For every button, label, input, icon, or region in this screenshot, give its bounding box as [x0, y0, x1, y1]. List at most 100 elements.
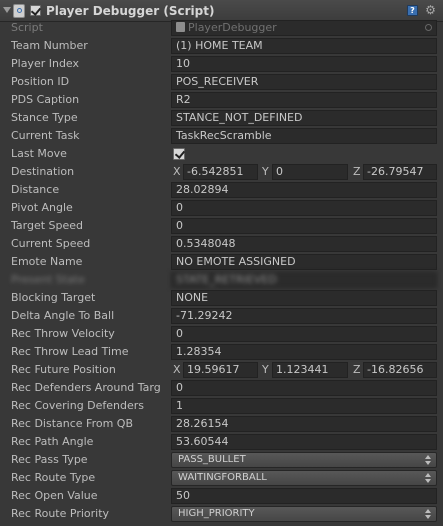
script-row: Script PlayerDebugger [0, 19, 443, 37]
field-label: Player Index [11, 57, 80, 70]
last-move-checkbox[interactable] [173, 148, 186, 160]
field-row-delta-angle-to-ball: Delta Angle To Ball -71.29242 [0, 307, 443, 325]
field-label: Stance Type [11, 111, 78, 124]
current-task-field[interactable]: TaskRecScramble [171, 128, 437, 144]
y-axis-label[interactable]: Y [262, 363, 269, 376]
rec-route-type-dropdown[interactable]: WAITINGFORBALL [171, 470, 437, 486]
rec-defenders-around-target-field[interactable]: 0 [171, 380, 437, 396]
field-label: Pivot Angle [11, 201, 73, 214]
field-row-current-speed: Current Speed 0.5348048 [0, 235, 443, 253]
pivot-angle-field[interactable]: 0 [171, 200, 437, 216]
rec-route-priority-dropdown[interactable]: HIGH_PRIORITY [171, 506, 437, 522]
field-row-rec-route-type: Rec Route Type WAITINGFORBALL [0, 469, 443, 487]
current-speed-field[interactable]: 0.5348048 [171, 236, 437, 252]
x-axis-label[interactable]: X [173, 363, 181, 376]
rec-pass-type-dropdown[interactable]: PASS_BULLET [171, 452, 437, 468]
field-label: Rec Path Angle [11, 435, 94, 448]
field-row-current-task: Current Task TaskRecScramble [0, 127, 443, 145]
field-row-rec-covering-defenders: Rec Covering Defenders 1 [0, 397, 443, 415]
field-label: Rec Defenders Around Targ [11, 381, 161, 394]
destination-y-field[interactable]: 0 [272, 164, 348, 180]
rec-throw-lead-time-field[interactable]: 1.28354 [171, 344, 437, 360]
field-row-player-index: Player Index 10 [0, 55, 443, 73]
rec-covering-defenders-field[interactable]: 1 [171, 398, 437, 414]
gear-icon[interactable]: ⚙ [425, 4, 436, 16]
future-position-x-field[interactable]: 19.59617 [183, 362, 258, 378]
foldout-arrow-icon[interactable] [3, 7, 11, 13]
field-label: Rec Throw Lead Time [11, 345, 129, 358]
field-row-position-id: Position ID POS_RECEIVER [0, 73, 443, 91]
field-label: Destination [11, 165, 75, 178]
z-axis-label[interactable]: Z [353, 165, 361, 178]
x-axis-label[interactable]: X [173, 165, 181, 178]
field-row-rec-throw-velocity: Rec Throw Velocity 0 [0, 325, 443, 343]
component-title: Player Debugger (Script) [46, 4, 215, 18]
field-row-stance-type: Stance Type STANCE_NOT_DEFINED [0, 109, 443, 127]
field-label: Rec Covering Defenders [11, 399, 145, 412]
team-number-field[interactable]: (1) HOME TEAM [171, 38, 437, 54]
checkmark-icon [174, 148, 186, 159]
field-label: Target Speed [11, 219, 84, 232]
player-index-field[interactable]: 10 [171, 56, 437, 72]
field-label: Rec Throw Velocity [11, 327, 115, 340]
destination-x-field[interactable]: -6.542851 [183, 164, 258, 180]
rec-throw-velocity-field[interactable]: 0 [171, 326, 437, 342]
field-label: Position ID [11, 75, 70, 88]
field-label: Current Task [11, 129, 80, 142]
position-id-field[interactable]: POS_RECEIVER [171, 74, 437, 90]
field-label: Emote Name [11, 255, 83, 268]
emote-name-field[interactable]: NO EMOTE ASSIGNED [171, 254, 437, 270]
field-row-pds-caption: PDS Caption R2 [0, 91, 443, 109]
field-row-blocking-target: Blocking Target NONE [0, 289, 443, 307]
field-label: Rec Open Value [11, 489, 98, 502]
stance-type-field[interactable]: STANCE_NOT_DEFINED [171, 110, 437, 126]
field-row-rec-path-angle: Rec Path Angle 53.60544 [0, 433, 443, 451]
field-row-rec-pass-type: Rec Pass Type PASS_BULLET [0, 451, 443, 469]
help-icon[interactable]: ? [407, 5, 418, 16]
blocking-target-field[interactable]: NONE [171, 290, 437, 306]
field-row-emote-name: Emote Name NO EMOTE ASSIGNED [0, 253, 443, 271]
y-axis-label[interactable]: Y [262, 165, 269, 178]
field-label: Blocking Target [11, 291, 96, 304]
checkmark-icon [30, 5, 42, 16]
obscured-field[interactable]: STATE_RETRIEVED [171, 272, 437, 288]
field-row-last-move: Last Move [0, 145, 443, 163]
field-label: Team Number [11, 39, 88, 52]
destination-z-field[interactable]: -26.79547 [363, 164, 437, 180]
field-row-distance: Distance 28.02894 [0, 181, 443, 199]
field-row-target-speed: Target Speed 0 [0, 217, 443, 235]
script-label: Script [11, 21, 43, 34]
component-enabled-checkbox[interactable] [30, 5, 42, 16]
field-label: PDS Caption [11, 93, 80, 106]
delta-angle-to-ball-field[interactable]: -71.29242 [171, 308, 437, 324]
object-picker-icon[interactable] [425, 24, 432, 31]
field-label: Rec Distance From QB [11, 417, 134, 430]
rec-open-value-field[interactable]: 50 [171, 488, 437, 504]
script-icon [13, 4, 25, 18]
field-label: Present State [11, 273, 85, 286]
field-row-rec-future-position: Rec Future Position X 19.59617 Y 1.12344… [0, 361, 443, 379]
field-row-rec-route-priority: Rec Route Priority HIGH_PRIORITY [0, 505, 443, 523]
field-row-rec-distance-from-qb: Rec Distance From QB 28.26154 [0, 415, 443, 433]
rec-distance-from-qb-field[interactable]: 28.26154 [171, 416, 437, 432]
field-label: Rec Route Type [11, 471, 96, 484]
pds-caption-field[interactable]: R2 [171, 92, 437, 108]
script-object-field[interactable]: PlayerDebugger [171, 20, 437, 36]
z-axis-label[interactable]: Z [353, 363, 361, 376]
target-speed-field[interactable]: 0 [171, 218, 437, 234]
field-label: Current Speed [11, 237, 91, 250]
future-position-y-field[interactable]: 1.123441 [272, 362, 348, 378]
field-label: Rec Future Position [11, 363, 116, 376]
field-label: Rec Route Priority [11, 507, 110, 520]
future-position-z-field[interactable]: -16.82656 [363, 362, 437, 378]
field-row-obscured: Present State STATE_RETRIEVED [0, 271, 443, 289]
field-row-rec-throw-lead-time: Rec Throw Lead Time 1.28354 [0, 343, 443, 361]
field-row-pivot-angle: Pivot Angle 0 [0, 199, 443, 217]
field-label: Delta Angle To Ball [11, 309, 115, 322]
script-value: PlayerDebugger [188, 21, 277, 34]
field-row-destination: Destination X -6.542851 Y 0 Z -26.79547 [0, 163, 443, 181]
rec-path-angle-field[interactable]: 53.60544 [171, 434, 437, 450]
dropdown-value: WAITINGFORBALL [178, 472, 267, 483]
distance-field[interactable]: 28.02894 [171, 182, 437, 198]
field-row-rec-open-value: Rec Open Value 50 [0, 487, 443, 505]
